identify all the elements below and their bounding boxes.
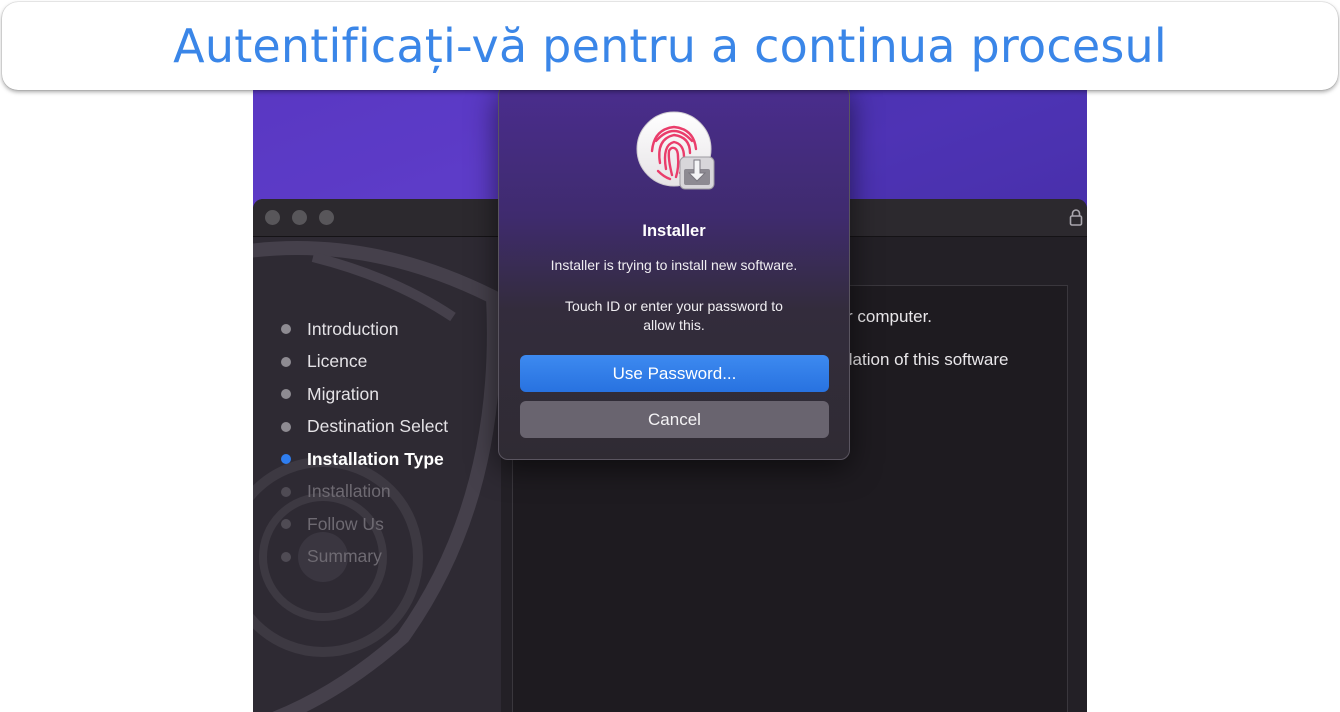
step-introduction: Introduction bbox=[279, 313, 448, 346]
installation-steps-list: Introduction Licence Migration Destinati… bbox=[279, 313, 448, 573]
authentication-dialog: Installer Installer is trying to install… bbox=[498, 85, 850, 460]
step-label: Licence bbox=[307, 351, 368, 372]
step-bullet bbox=[281, 324, 291, 335]
step-bullet bbox=[281, 454, 291, 465]
step-label: Introduction bbox=[307, 318, 399, 339]
cancel-button[interactable]: Cancel bbox=[520, 401, 829, 438]
step-destination-select: Destination Select bbox=[279, 411, 448, 444]
content-line-1: r computer. bbox=[847, 307, 933, 326]
step-label: Summary bbox=[307, 546, 382, 567]
banner-title: Autentificați-vă pentru a continua proce… bbox=[173, 19, 1167, 73]
dialog-prompt: Touch ID or enter your password to allow… bbox=[529, 297, 819, 335]
dialog-message: Installer is trying to install new softw… bbox=[550, 257, 798, 273]
step-label: Follow Us bbox=[307, 513, 384, 534]
step-bullet bbox=[281, 519, 291, 530]
close-window-button[interactable] bbox=[265, 210, 280, 225]
step-bullet bbox=[281, 356, 291, 367]
step-installation-type: Installation Type bbox=[279, 443, 448, 476]
step-bullet bbox=[281, 421, 291, 432]
step-migration: Migration bbox=[279, 378, 448, 411]
step-summary: Summary bbox=[279, 541, 448, 574]
step-installation: Installation bbox=[279, 476, 448, 509]
dialog-prompt-line-1: Touch ID or enter your password to bbox=[565, 298, 783, 314]
minimize-window-button[interactable] bbox=[292, 210, 307, 225]
step-follow-us: Follow Us bbox=[279, 508, 448, 541]
dialog-prompt-line-2: allow this. bbox=[643, 317, 705, 333]
step-label: Migration bbox=[307, 383, 379, 404]
installer-sidebar: Introduction Licence Migration Destinati… bbox=[253, 237, 501, 712]
step-label: Installation Type bbox=[307, 448, 444, 469]
use-password-button[interactable]: Use Password... bbox=[520, 355, 829, 392]
instruction-banner: Autentificați-vă pentru a continua proce… bbox=[2, 2, 1338, 90]
fingerprint-installer-icon bbox=[636, 111, 715, 190]
step-licence: Licence bbox=[279, 346, 448, 379]
step-bullet bbox=[281, 551, 291, 562]
lock-icon bbox=[1069, 209, 1083, 226]
screenshot-stage: Autentificați-vă pentru a continua proce… bbox=[0, 0, 1340, 712]
step-label: Installation bbox=[307, 481, 391, 502]
step-bullet bbox=[281, 486, 291, 497]
step-bullet bbox=[281, 389, 291, 400]
step-label: Destination Select bbox=[307, 416, 449, 437]
content-line-2: llation of this software bbox=[845, 350, 1009, 369]
dialog-title: Installer bbox=[642, 222, 706, 240]
zoom-window-button[interactable] bbox=[319, 210, 334, 225]
